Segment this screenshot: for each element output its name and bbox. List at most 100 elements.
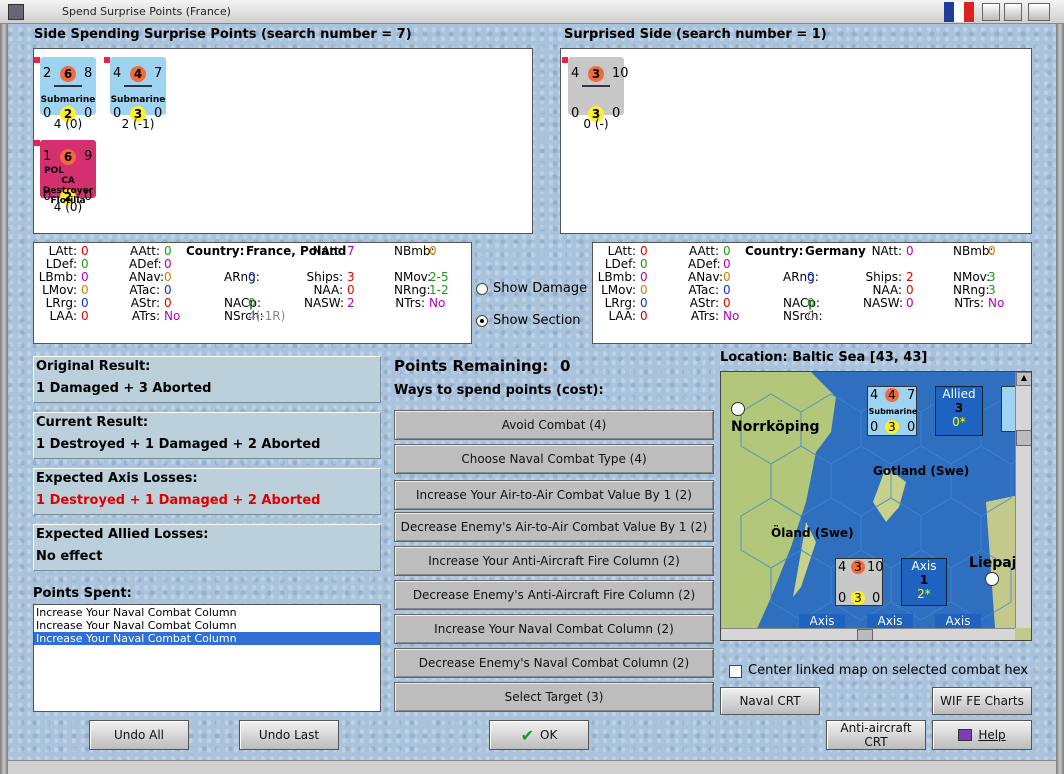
undo-all-button[interactable]: Undo All (89, 720, 189, 750)
map-city-liepaja: Liepaj (969, 555, 1017, 571)
unit-counter[interactable]: 1 6 9 0 2 0 CA Destroyer Flotilla POL (34, 140, 96, 206)
stat-label: NSrch: (783, 309, 823, 323)
stat-value: 0 (988, 244, 996, 258)
mini-map[interactable]: Norrköping Gotland (Swe) Öland (Swe) Lie… (720, 371, 1032, 641)
attacker-stats-panel: Country: France, Poland LAtt: 0 AAtt: 0 NAtt: 7… (33, 242, 472, 344)
window-minimize-button[interactable] (982, 3, 1000, 21)
scroll-thumb[interactable] (1016, 430, 1031, 446)
unit-strength: 2 (-1) (121, 117, 155, 131)
unit-counter[interactable]: 4 3 10 0 3 0 (562, 57, 629, 122)
location-label: Location: Baltic Sea [43, 43] (720, 350, 928, 365)
defender-stats-panel: Country: Germany LAtt: 0 AAtt: 0 NAtt: 0 NBmb: 0 L… (592, 242, 1032, 344)
center-linked-checkbox[interactable] (729, 665, 742, 678)
way-option-button[interactable]: Increase Your Anti-Aircraft Fire Column … (394, 546, 714, 576)
stat-label: NTrs: (395, 296, 425, 310)
unit-top-mid: 6 (60, 149, 76, 165)
stat-label: ATrs: (690, 309, 719, 323)
stat-value: 0 (906, 244, 914, 258)
show-damage-label: Show Damage (493, 281, 588, 296)
way-option-button[interactable]: Choose Naval Combat Type (4) (394, 444, 714, 474)
unit-top-left: 4 (571, 66, 580, 81)
allied-losses-value: No effect (36, 549, 103, 564)
window-title: Spend Surprise Points (France) (62, 5, 231, 18)
stat-value: 7 (347, 244, 355, 258)
stat-label: NAtt: (871, 244, 902, 258)
unit-top-right: 9 (84, 149, 93, 164)
stat-value: 2 (347, 296, 355, 310)
port-anchor-icon (985, 572, 999, 586)
unit-top-mid: 4 (130, 66, 146, 82)
unit-top-left: 1 (43, 149, 52, 164)
unit-strength: 4 (0) (53, 200, 83, 214)
original-result-value: 1 Damaged + 3 Aborted (36, 381, 212, 396)
way-option-button[interactable]: Decrease Enemy's Anti-Aircraft Fire Colu… (394, 580, 714, 610)
status-marker-icon (562, 57, 568, 63)
show-section-label: Show Section (493, 313, 581, 328)
stat-label: NSrch: (224, 309, 264, 323)
defender-units-panel (560, 48, 1032, 234)
points-remaining-value: 0 (560, 357, 571, 375)
stat-value: 0 (906, 296, 914, 310)
ship-silhouette-icon (54, 83, 82, 87)
map-axis-marker[interactable]: Axis 1 2* (901, 558, 947, 606)
defender-header: Surprised Side (search number = 1) (564, 27, 827, 42)
way-option-button[interactable]: Avoid Combat (4) (394, 410, 714, 440)
stat-label: ARng: (783, 270, 819, 284)
axis-losses-value: 1 Destroyed + 1 Damaged + 2 Aborted (36, 493, 321, 508)
window-close-button[interactable] (1028, 3, 1050, 21)
list-item[interactable]: Increase Your Naval Combat Column (34, 632, 380, 645)
unit-top-right: 8 (84, 66, 93, 81)
way-option-button[interactable]: Select Target (3) (394, 682, 714, 712)
ok-button[interactable]: ✔ OK (489, 720, 589, 750)
window-maximize-button[interactable] (1004, 3, 1022, 21)
country-label: Country: (186, 244, 245, 258)
way-option-button[interactable]: Decrease Enemy's Naval Combat Column (2) (394, 648, 714, 678)
country-value: Germany (805, 244, 866, 258)
current-result-value: 1 Destroyed + 1 Damaged + 2 Aborted (36, 437, 321, 452)
frame-right (1056, 24, 1064, 774)
map-vscrollbar[interactable]: ▲ (1015, 372, 1031, 628)
wif-fe-charts-button[interactable]: WIF FE Charts (932, 687, 1032, 715)
points-spent-list[interactable]: Increase Your Naval Combat Column Increas… (33, 604, 381, 712)
list-item[interactable]: Increase Your Naval Combat Column (34, 606, 380, 619)
unit-name: Submarine (40, 95, 96, 105)
way-option-button[interactable]: Decrease Enemy's Air-to-Air Combat Value… (394, 512, 714, 542)
undo-last-button[interactable]: Undo Last (239, 720, 339, 750)
current-result-title: Current Result: (36, 415, 149, 430)
unit-strength: 0 (-) (583, 117, 609, 131)
way-option-button[interactable]: Increase Your Air-to-Air Combat Value By… (394, 480, 714, 510)
center-linked-label: Center linked map on selected combat hex (748, 663, 1029, 678)
map-allied-marker[interactable]: Allied 3 0* (935, 386, 983, 436)
checkmark-icon: ✔ (520, 725, 535, 745)
points-spent-label: Points Spent: (33, 586, 132, 601)
map-hscrollbar[interactable] (721, 628, 1015, 640)
help-button[interactable]: Help (932, 720, 1032, 750)
show-section-radio[interactable] (476, 315, 488, 327)
stat-label: NAtt: (312, 244, 343, 258)
unit-counter[interactable]: 2 6 8 0 2 0 Submarine (34, 57, 96, 122)
stat-label: ATrs: (131, 309, 160, 323)
hscroll-thumb[interactable] (857, 629, 873, 640)
unit-top-left: 4 (113, 66, 122, 81)
map-submarine-counter[interactable]: 4 4 7 Submarine 0 3 0 (867, 386, 917, 436)
stat-label: LAA: (49, 309, 77, 323)
unit-strength: 4 (0) (53, 117, 83, 131)
axis-losses-box: Expected Axis Losses: 1 Destroyed + 1 Da… (33, 468, 381, 515)
show-damage-radio[interactable] (476, 283, 488, 295)
scroll-up-arrow-icon[interactable]: ▲ (1016, 372, 1031, 386)
stat-value: 0 (640, 309, 648, 323)
stat-value: No (429, 296, 446, 310)
stat-value: 0 (81, 309, 89, 323)
map-label-oland: Öland (Swe) (771, 526, 854, 540)
unit-top-mid: 3 (588, 66, 604, 82)
allied-losses-title: Expected Allied Losses: (36, 527, 209, 542)
way-option-button[interactable]: Increase Your Naval Combat Column (2) (394, 614, 714, 644)
unit-counter[interactable]: 4 4 7 0 3 0 Submarine (104, 57, 166, 122)
stat-label: NBmb: (394, 244, 435, 258)
unit-top-mid: 6 (60, 66, 76, 82)
map-german-counter[interactable]: 4 3 10 0 3 0 (835, 558, 884, 606)
anti-aircraft-crt-button[interactable]: Anti-aircraft CRT (826, 720, 926, 750)
naval-crt-button[interactable]: Naval CRT (720, 687, 820, 715)
ship-silhouette-icon (124, 83, 152, 87)
list-item[interactable]: Increase Your Naval Combat Column (34, 619, 380, 632)
